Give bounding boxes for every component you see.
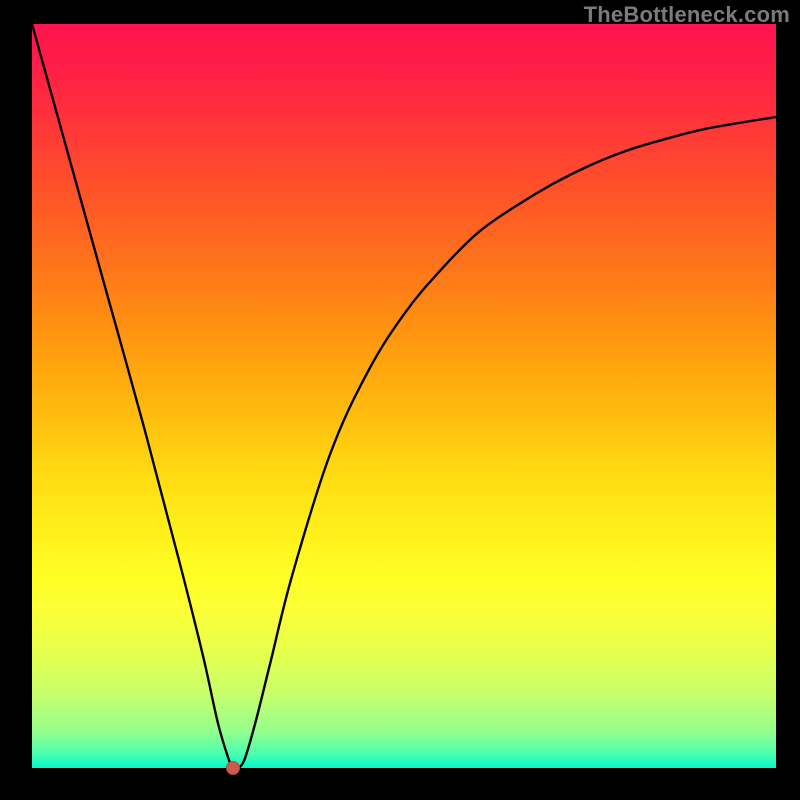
chart-frame: TheBottleneck.com bbox=[0, 0, 800, 800]
plot-area bbox=[32, 24, 776, 768]
optimal-point-marker bbox=[226, 761, 240, 775]
curve-svg bbox=[32, 24, 776, 768]
attribution-label: TheBottleneck.com bbox=[584, 2, 790, 28]
bottleneck-curve-path bbox=[32, 24, 776, 768]
